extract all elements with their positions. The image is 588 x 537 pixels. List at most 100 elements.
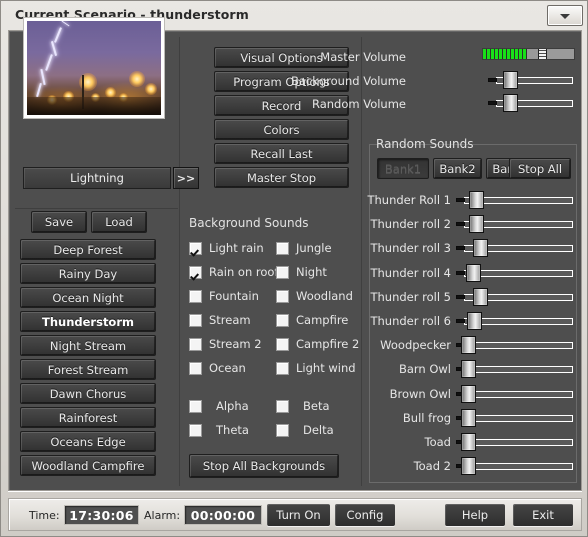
slider-thunder-roll-4-thumb[interactable] [466,263,481,282]
master-volume-meter[interactable] [482,48,575,60]
checkbox-row-campfire[interactable]: Campfire [276,313,348,327]
slider-barn-owl-thumb[interactable] [461,360,476,379]
slider-thunder-roll-6[interactable] [456,312,575,330]
checkbox-stream[interactable] [189,313,202,327]
checkbox-light-rain[interactable] [189,241,202,255]
alarm-label: Alarm: [144,509,181,522]
scenario-item-rainy-day[interactable]: Rainy Day [20,263,156,284]
slider-thunder-roll-6-thumb[interactable] [467,312,482,330]
checkbox-night[interactable] [276,265,289,279]
random-sounds-title: Random Sounds [376,137,474,151]
slider-thunder-roll-1-thumb[interactable] [469,191,484,209]
slider-thunder-roll-2-thumb[interactable] [469,215,484,234]
checkbox-row-light-wind[interactable]: Light wind [276,361,356,375]
checkbox-row-ocean[interactable]: Ocean [189,361,246,375]
slider-thunder-roll-5-thumb[interactable] [473,287,488,306]
scenario-dropdown-button[interactable] [547,5,583,26]
checkbox-delta[interactable] [276,423,289,437]
slider-toad-2[interactable] [456,457,575,476]
checkbox-campfire-2[interactable] [276,337,289,351]
action-button-master-stop[interactable]: Master Stop [214,167,349,188]
slider-thunder-roll-5[interactable] [456,287,575,306]
slider-toad-track[interactable] [464,439,573,446]
slider-thunder-roll-4[interactable] [456,263,575,282]
checkbox-row-stream[interactable]: Stream [189,313,251,327]
slider-thunder-roll-3-thumb[interactable] [473,239,488,258]
checkbox-row-night[interactable]: Night [276,265,327,279]
scenario-item-ocean-night[interactable]: Ocean Night [20,287,156,308]
bank-button-bank2[interactable]: Bank2 [433,158,482,179]
stop-all-backgrounds-button[interactable]: Stop All Backgrounds [189,454,339,478]
exit-button[interactable]: Exit [513,504,573,526]
slider-woodpecker-thumb[interactable] [461,336,476,355]
checkbox-row-rain-on-roof[interactable]: Rain on roof [189,265,279,279]
scenario-item-night-stream[interactable]: Night Stream [20,335,156,356]
scenario-item-rainforest[interactable]: Rainforest [20,407,156,428]
checkbox-campfire[interactable] [276,313,289,327]
stop-all-random-button[interactable]: Stop All [509,158,571,179]
checkbox-woodland[interactable] [276,289,289,303]
checkbox-row-woodland[interactable]: Woodland [276,289,353,303]
checkbox-rain-on-roof[interactable] [189,265,202,279]
scenario-item-thunderstorm[interactable]: Thunderstorm [20,311,156,332]
config-button[interactable]: Config [335,504,395,526]
scenario-item-forest-stream[interactable]: Forest Stream [20,359,156,380]
action-button-colors[interactable]: Colors [214,119,349,140]
file-button-save[interactable]: Save [31,211,87,233]
checkbox-theta[interactable] [189,423,202,437]
master-volume-handle[interactable] [538,49,547,59]
checkbox-beta[interactable] [276,399,289,413]
slider-barn-owl-track[interactable] [464,366,573,374]
random-volume-slider-stop [488,101,497,105]
slider-toad-2-thumb[interactable] [461,457,476,476]
checkbox-ocean[interactable] [189,361,202,375]
checkbox-jungle[interactable] [276,241,289,255]
slider-thunder-roll-3-stop [456,246,465,251]
checkbox-row-jungle[interactable]: Jungle [276,241,332,255]
scenario-item-oceans-edge[interactable]: Oceans Edge [20,431,156,452]
slider-brown-owl[interactable] [456,384,575,403]
scenario-image [23,17,165,119]
checkbox-stream-2[interactable] [189,337,202,351]
checkbox-row-light-rain[interactable]: Light rain [189,241,264,255]
divider-left [179,37,180,486]
scenario-item-deep-forest[interactable]: Deep Forest [20,239,156,260]
slider-bull-frog-track[interactable] [464,414,573,422]
slider-toad-thumb[interactable] [461,433,476,451]
slider-thunder-roll-1[interactable] [456,191,575,209]
checkbox-row-campfire-2[interactable]: Campfire 2 [276,337,359,351]
next-image-button[interactable]: >> [173,167,199,189]
help-button[interactable]: Help [445,504,505,526]
checkbox-light-wind[interactable] [276,361,289,375]
scenario-item-dawn-chorus[interactable]: Dawn Chorus [20,383,156,404]
checkbox-row-alpha[interactable]: Alpha [189,399,249,413]
slider-thunder-roll-2[interactable] [456,215,575,234]
scenario-item-woodland-campfire[interactable]: Woodland Campfire [20,455,156,476]
slider-woodpecker[interactable] [456,336,575,355]
random-volume-slider[interactable] [488,94,575,112]
checkbox-row-theta[interactable]: Theta [189,423,249,437]
slider-bull-frog-thumb[interactable] [461,408,476,427]
bank-button-bank1[interactable]: Bank1 [377,158,429,179]
random-volume-slider-thumb[interactable] [503,94,518,112]
slider-brown-owl-thumb[interactable] [461,384,476,403]
slider-thunder-roll-3[interactable] [456,239,575,258]
background-volume-slider[interactable] [488,71,575,89]
action-button-recall-last[interactable]: Recall Last [214,143,349,164]
background-volume-slider-thumb[interactable] [503,71,518,89]
slider-toad[interactable] [456,433,575,451]
slider-toad-2-track[interactable] [464,463,573,471]
slider-bull-frog[interactable] [456,408,575,427]
slider-barn-owl[interactable] [456,360,575,379]
checkbox-row-delta[interactable]: Delta [276,423,334,437]
slider-brown-owl-track[interactable] [464,390,573,398]
turn-on-button[interactable]: Turn On [267,504,330,526]
checkbox-fountain[interactable] [189,289,202,303]
checkbox-row-beta[interactable]: Beta [276,399,330,413]
checkbox-alpha[interactable] [189,399,202,413]
checkbox-row-fountain[interactable]: Fountain [189,289,259,303]
checkbox-row-stream-2[interactable]: Stream 2 [189,337,262,351]
file-button-load[interactable]: Load [91,211,147,233]
alarm-value[interactable]: 00:00:00 [184,505,262,525]
slider-woodpecker-track[interactable] [464,342,573,350]
